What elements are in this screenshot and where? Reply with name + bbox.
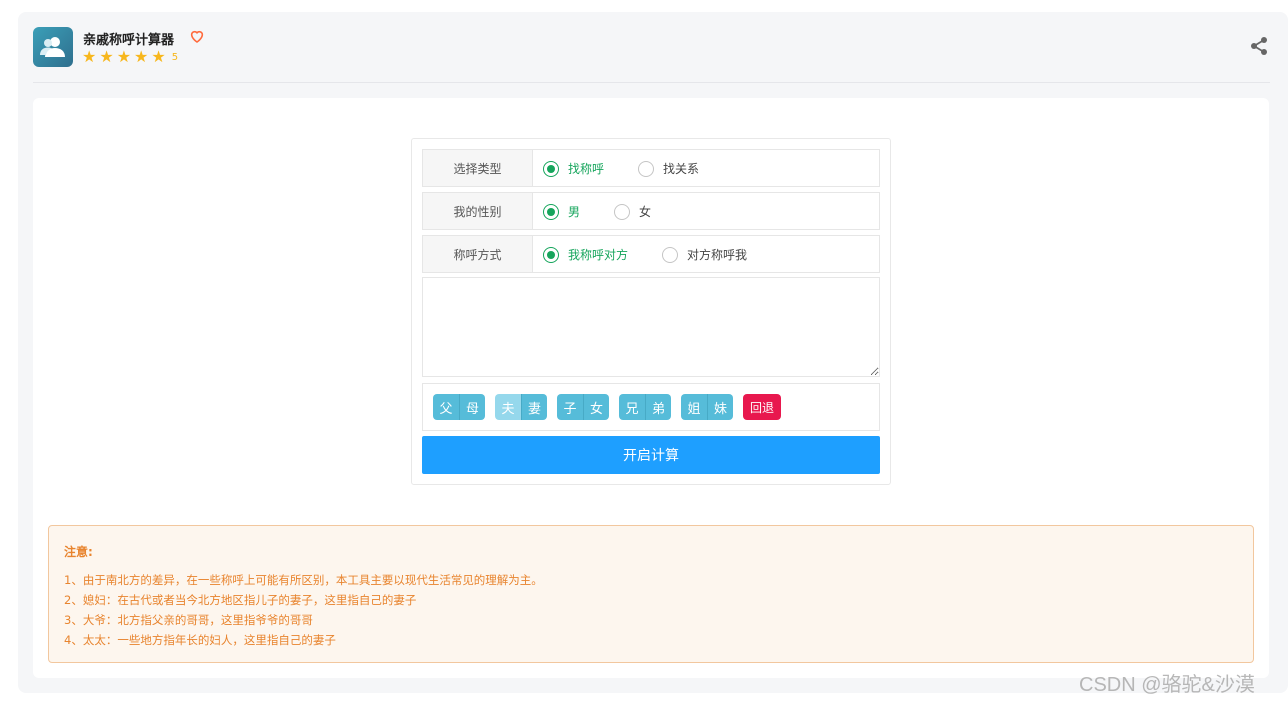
elder-sister-button[interactable]: 姐 xyxy=(681,394,707,420)
father-button[interactable]: 父 xyxy=(433,394,459,420)
star-icon: ★ xyxy=(151,47,166,66)
chip-group-children: 子 女 xyxy=(557,394,609,420)
mother-button[interactable]: 母 xyxy=(459,394,485,420)
row-gender: 我的性别 男 女 xyxy=(422,192,880,230)
chip-group-parents: 父 母 xyxy=(433,394,485,420)
rating-value: 5 xyxy=(171,51,179,63)
daughter-button[interactable]: 女 xyxy=(583,394,609,420)
star-icon: ★ xyxy=(82,47,97,66)
row-address-mode: 称呼方式 我称呼对方 对方称呼我 xyxy=(422,235,880,273)
relation-input[interactable] xyxy=(422,277,880,377)
elder-brother-button[interactable]: 兄 xyxy=(619,394,645,420)
relation-button-bar: 父 母 夫 妻 子 女 兄 弟 姐 妹 回退 xyxy=(422,383,880,431)
notice-item: 4、太太：一些地方指年长的妇人，这里指自己的妻子 xyxy=(64,633,336,647)
favorite-heart-icon[interactable] xyxy=(189,28,207,46)
radio-they-call-me[interactable]: 对方称呼我 xyxy=(662,246,747,263)
notice-list: 1、由于南北方的差异，在一些称呼上可能有所区别，本工具主要以现代生活常见的理解为… xyxy=(64,570,543,650)
row-label-address-mode: 称呼方式 xyxy=(423,236,533,272)
chip-group-sisters: 姐 妹 xyxy=(681,394,733,420)
notice-box: 注意: 1、由于南北方的差异，在一些称呼上可能有所区别，本工具主要以现代生活常见… xyxy=(48,525,1254,663)
tool-card: 亲戚称呼计算器 ★ ★ ★ ★ ★ 5 选择类型 找称呼 找关系 我的性别 男 … xyxy=(18,12,1288,693)
watermark: CSDN @骆驼&沙漠 xyxy=(1079,674,1255,696)
radio-male[interactable]: 男 xyxy=(543,203,580,220)
rating-stars: ★ ★ ★ ★ ★ 5 xyxy=(82,49,178,65)
star-icon: ★ xyxy=(116,47,132,66)
row-label-gender: 我的性别 xyxy=(423,193,533,229)
son-button[interactable]: 子 xyxy=(557,394,583,420)
younger-brother-button[interactable]: 弟 xyxy=(645,394,671,420)
radio-find-relation[interactable]: 找关系 xyxy=(638,160,699,177)
content-panel: 选择类型 找称呼 找关系 我的性别 男 女 称呼方式 我称呼对方 对方称呼我 父… xyxy=(33,98,1269,678)
chip-group-spouse: 夫 妻 xyxy=(495,394,547,420)
radio-find-title[interactable]: 找称呼 xyxy=(543,160,604,177)
row-type: 选择类型 找称呼 找关系 xyxy=(422,149,880,187)
radio-i-call-them[interactable]: 我称呼对方 xyxy=(543,246,628,263)
star-icon: ★ xyxy=(134,47,149,66)
radio-female[interactable]: 女 xyxy=(614,203,651,220)
row-label-type: 选择类型 xyxy=(423,150,533,186)
husband-button[interactable]: 夫 xyxy=(495,394,521,420)
tool-header: 亲戚称呼计算器 ★ ★ ★ ★ ★ 5 xyxy=(33,27,1270,83)
users-icon xyxy=(33,27,73,67)
undo-button[interactable]: 回退 xyxy=(743,394,781,420)
share-icon[interactable] xyxy=(1248,35,1270,57)
calculator-form: 选择类型 找称呼 找关系 我的性别 男 女 称呼方式 我称呼对方 对方称呼我 父… xyxy=(411,138,891,485)
notice-item: 2、媳妇：在古代或者当今北方地区指儿子的妻子，这里指自己的妻子 xyxy=(64,593,417,607)
calculate-button[interactable]: 开启计算 xyxy=(422,436,880,474)
header-divider xyxy=(33,82,1270,83)
wife-button[interactable]: 妻 xyxy=(521,394,547,420)
notice-title: 注意: xyxy=(64,545,93,559)
page-title: 亲戚称呼计算器 xyxy=(83,33,175,48)
notice-item: 3、大爷：北方指父亲的哥哥，这里指爷爷的哥哥 xyxy=(64,613,313,627)
chip-group-brothers: 兄 弟 xyxy=(619,394,671,420)
notice-item: 1、由于南北方的差异，在一些称呼上可能有所区别，本工具主要以现代生活常见的理解为… xyxy=(64,573,543,587)
younger-sister-button[interactable]: 妹 xyxy=(707,394,733,420)
star-icon: ★ xyxy=(99,47,114,66)
